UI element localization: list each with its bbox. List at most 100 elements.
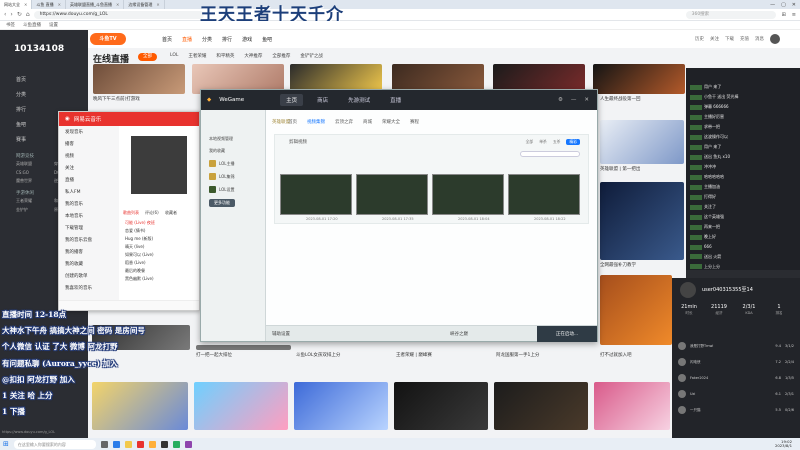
history-link[interactable]: 历史 xyxy=(695,36,704,42)
category-filter[interactable]: 金铲铲之战 xyxy=(300,53,323,59)
video-title[interactable]: 阿龙国服第一手1上分 xyxy=(496,352,539,358)
music-nav-item[interactable]: 我的收藏 xyxy=(59,258,119,270)
music-nav-item[interactable]: 下载管理 xyxy=(59,222,119,234)
extension-icon[interactable]: ⊞ xyxy=(782,12,786,18)
music-nav-item[interactable]: 我的音乐 xyxy=(59,198,119,210)
clip-filter[interactable]: 五杀 xyxy=(553,139,561,145)
song-row[interactable]: 如果可以 (Live) xyxy=(125,252,154,258)
song-row[interactable]: 稻香 (Live) xyxy=(125,260,146,266)
video-thumbnail[interactable] xyxy=(394,382,488,430)
wegame-sidebar-item[interactable]: LOL设置 xyxy=(201,183,265,196)
song-row[interactable]: Hug me (新版) xyxy=(125,236,153,242)
clip-thumbnail[interactable] xyxy=(356,174,428,215)
clip-thumbnail[interactable] xyxy=(280,174,352,215)
nav-item-rank[interactable]: 排行 xyxy=(222,36,232,43)
video-thumbnail[interactable] xyxy=(600,120,684,164)
close-icon[interactable]: ✕ xyxy=(24,2,27,7)
player-row[interactable]: Uzi 6.1 2/3/1 xyxy=(678,390,794,398)
wegame-subtab[interactable]: 商城 xyxy=(363,119,372,125)
app-taskbar-icon[interactable] xyxy=(184,440,192,448)
music-nav-item[interactable]: 私人FM xyxy=(59,186,119,198)
video-thumbnail[interactable] xyxy=(196,345,291,350)
site-logo[interactable]: 斗鱼TV xyxy=(90,33,126,45)
minimize-icon[interactable]: — xyxy=(770,2,775,8)
close-icon[interactable]: ✕ xyxy=(156,2,159,7)
recharge-link[interactable]: 充值 xyxy=(740,36,749,42)
bookmark-item[interactable]: 书签 xyxy=(6,22,15,28)
wegame-sidebar-item[interactable]: 更多功能 xyxy=(201,196,265,210)
category-filter[interactable]: 和平精英 xyxy=(216,53,234,59)
close-icon[interactable]: ✕ xyxy=(792,2,796,8)
music-nav-item[interactable]: 视频 xyxy=(59,150,119,162)
wegame-tab[interactable]: 先游测试 xyxy=(342,94,376,106)
video-thumbnail[interactable] xyxy=(600,275,672,345)
message-link[interactable]: 消息 xyxy=(755,36,764,42)
maximize-icon[interactable]: ▢ xyxy=(781,2,786,8)
wegame-tab[interactable]: 直播 xyxy=(384,94,407,106)
video-thumbnail[interactable] xyxy=(594,382,670,430)
category-filter[interactable]: 全部推荐 xyxy=(272,53,290,59)
nav-item-category[interactable]: 分类 xyxy=(202,36,212,43)
app-taskbar-icon[interactable] xyxy=(172,440,180,448)
wegame-subtab[interactable]: 荣耀大全 xyxy=(382,119,400,125)
player-row[interactable]: 闪电侠 7.2 2/2/4 xyxy=(678,358,794,366)
category-filter[interactable]: LOL xyxy=(170,53,178,59)
search-input[interactable]: 360搜索 xyxy=(685,10,776,19)
music-nav-item[interactable]: 直播 xyxy=(59,174,119,186)
music-tab[interactable]: 收藏者 xyxy=(165,210,177,216)
music-nav-item[interactable]: 关注 xyxy=(59,162,119,174)
category-link[interactable]: 金铲铲 xyxy=(16,207,50,213)
player-row[interactable]: Faker2024 6.8 1/3/5 xyxy=(678,374,794,382)
video-thumbnail[interactable] xyxy=(494,382,588,430)
video-title[interactable]: 人生最终战役第一回 xyxy=(600,96,641,102)
nav-item-home[interactable]: 首页 xyxy=(162,36,172,43)
windows-start-icon[interactable]: ⊞ xyxy=(3,440,9,448)
music-nav-item[interactable]: 我喜欢的音乐 xyxy=(59,282,119,294)
album-cover[interactable] xyxy=(131,136,187,194)
category-all-button[interactable]: 全部 xyxy=(138,53,157,61)
close-icon[interactable]: ✕ xyxy=(58,2,61,7)
song-row[interactable]: 晴天 (live) xyxy=(125,244,144,250)
refresh-icon[interactable]: ↻ xyxy=(17,11,22,18)
wegame-subtab[interactable]: 视频集锦 xyxy=(307,119,325,125)
nav-item-yuba[interactable]: 鱼吧 xyxy=(262,36,272,43)
nav-item-game[interactable]: 游戏 xyxy=(242,36,252,43)
music-nav-item[interactable]: 我的音乐云盘 xyxy=(59,234,119,246)
bookmark-item[interactable]: 设置 xyxy=(49,22,58,28)
wegame-tab[interactable]: 商店 xyxy=(311,94,334,106)
clip-thumbnail[interactable] xyxy=(432,174,504,215)
settings-icon[interactable]: ⚙ xyxy=(558,97,563,103)
assist-settings-link[interactable]: 辅助设置 xyxy=(272,331,290,337)
category-link[interactable]: 英雄联盟 xyxy=(16,161,50,167)
wegame-sidebar-item[interactable]: LOL集锦 xyxy=(201,170,265,183)
wegame-sidebar-item[interactable]: 我的收藏 xyxy=(201,145,265,157)
folder-taskbar-icon[interactable] xyxy=(124,440,132,448)
video-thumbnail[interactable] xyxy=(600,182,684,260)
category-link[interactable]: CS:GO xyxy=(16,170,50,175)
song-row[interactable]: 恋爱 (情书) xyxy=(125,228,145,234)
menu-icon[interactable]: ≡ xyxy=(792,12,796,18)
music-nav-item[interactable]: 本地音乐 xyxy=(59,210,119,222)
video-thumbnail[interactable] xyxy=(593,64,685,94)
video-thumbnail[interactable] xyxy=(93,64,185,94)
category-filter[interactable]: 大神推荐 xyxy=(244,53,262,59)
follow-link[interactable]: 关注 xyxy=(710,36,719,42)
music-tab[interactable]: 评论(6) xyxy=(145,210,159,216)
song-row[interactable]: 可能 (Live) 夜班 xyxy=(125,220,155,226)
video-thumbnail[interactable] xyxy=(92,382,188,430)
system-clock[interactable]: 19:02 2023/8/1 xyxy=(775,439,800,449)
nav-item-live[interactable]: 直播 xyxy=(182,36,192,43)
video-title[interactable]: 打一把一起大排位 xyxy=(196,352,232,358)
browser-taskbar-icon[interactable] xyxy=(112,440,120,448)
music-nav-item[interactable]: 我的播客 xyxy=(59,246,119,258)
minimize-icon[interactable]: — xyxy=(571,97,577,103)
taskbar-search-input[interactable]: 在这里输入你要搜索的内容 xyxy=(13,439,96,449)
music-tab[interactable]: 歌曲列表 xyxy=(123,210,139,216)
task-view-icon[interactable] xyxy=(100,440,108,448)
download-link[interactable]: 下载 xyxy=(725,36,734,42)
close-icon[interactable]: ✕ xyxy=(584,97,589,103)
clip-filter[interactable]: 单杀 xyxy=(539,139,547,145)
video-title[interactable]: 英雄联盟 | 第一把出 xyxy=(600,166,640,172)
sidebar-item[interactable]: 首页 xyxy=(0,72,88,87)
music-nav-item[interactable]: 创建的歌单 xyxy=(59,270,119,282)
